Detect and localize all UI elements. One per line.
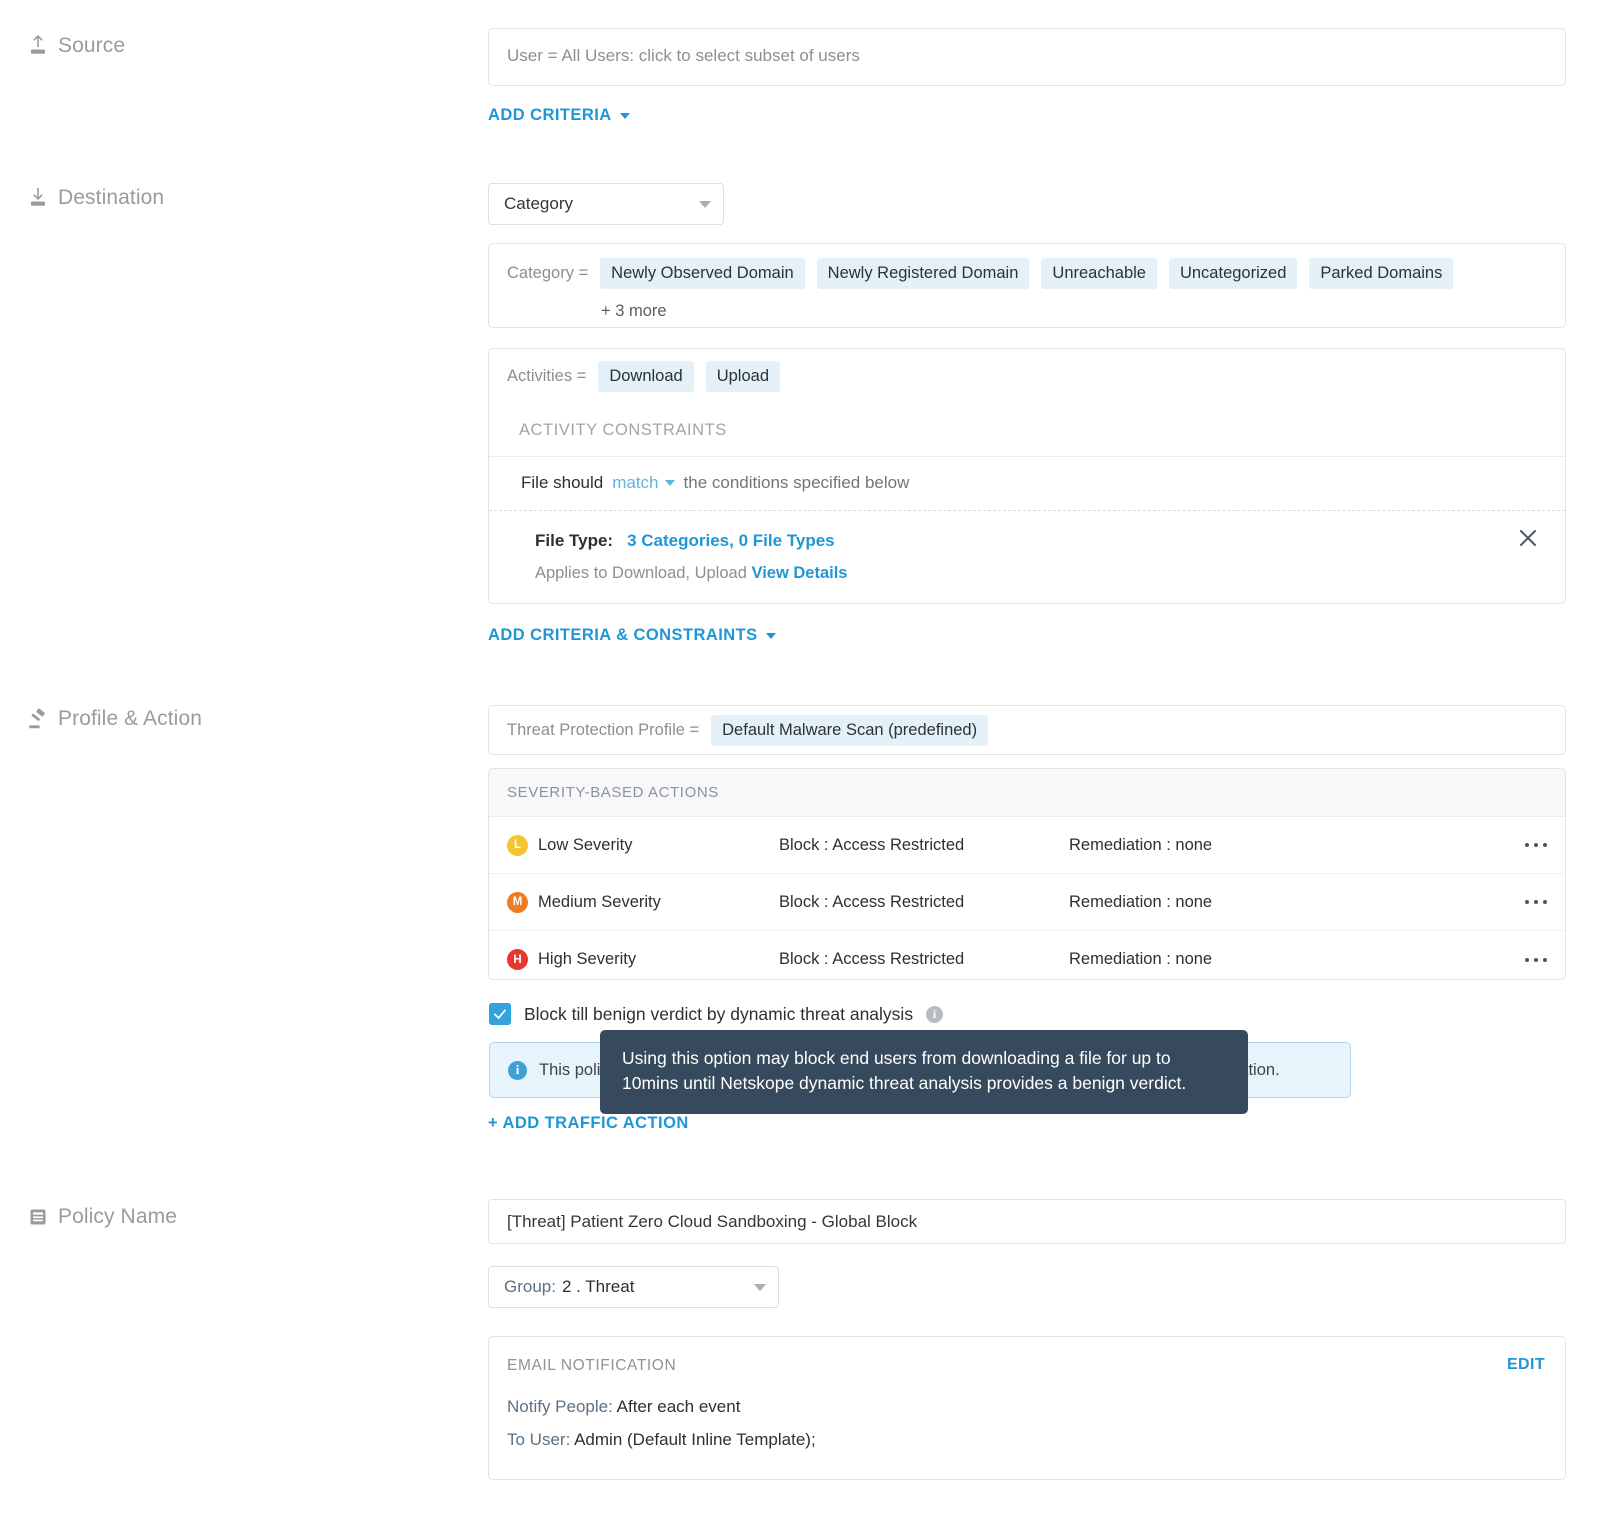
activity-chip[interactable]: Download xyxy=(598,361,694,392)
source-user-field-text: User = All Users: click to select subset… xyxy=(507,46,860,65)
file-type-constraint: File Type: 3 Categories, 0 File Types Ap… xyxy=(489,511,1565,603)
severity-action: Block : Access Restricted xyxy=(779,892,965,911)
policy-name-input[interactable]: [Threat] Patient Zero Cloud Sandboxing -… xyxy=(488,1199,1566,1244)
severity-remediation: Remediation : none xyxy=(1069,950,1213,968)
to-user-value: Admin (Default Inline Template); xyxy=(574,1430,816,1449)
policy-group-value: 2 . Threat xyxy=(561,1277,635,1296)
destination-type-value: Category xyxy=(504,194,573,213)
file-type-value-link[interactable]: 3 Categories, 0 File Types xyxy=(627,531,835,551)
table-row: M Medium Severity Block : Access Restric… xyxy=(489,874,1565,931)
add-criteria-constraints-button[interactable]: ADD CRITERIA & CONSTRAINTS xyxy=(488,626,776,645)
view-details-link[interactable]: View Details xyxy=(751,564,847,582)
severity-badge-medium: M xyxy=(507,891,528,913)
category-chip[interactable]: Newly Observed Domain xyxy=(600,258,805,289)
chevron-down-icon xyxy=(754,1283,766,1291)
block-till-benign-row: Block till benign verdict by dynamic thr… xyxy=(489,1003,944,1025)
dynamic-threat-analysis-tooltip: Using this option may block end users fr… xyxy=(600,1030,1248,1114)
remove-constraint-button[interactable] xyxy=(1515,525,1541,551)
section-label-profile-action: Profile & Action xyxy=(28,707,202,731)
gavel-icon xyxy=(28,708,48,730)
add-criteria-label: ADD CRITERIA xyxy=(488,106,612,124)
activity-chip[interactable]: Upload xyxy=(705,361,781,392)
severity-name: High Severity xyxy=(538,950,637,968)
file-should-mode-dropdown[interactable]: match xyxy=(612,473,675,493)
category-chip[interactable]: Parked Domains xyxy=(1309,258,1454,289)
destination-category-panel: Category = Newly Observed Domain Newly R… xyxy=(488,243,1566,328)
section-title-destination: Destination xyxy=(58,186,165,209)
chevron-down-icon xyxy=(765,632,776,639)
section-label-destination: Destination xyxy=(28,186,164,210)
threat-profile-chip[interactable]: Default Malware Scan (predefined) xyxy=(711,715,989,746)
category-chip[interactable]: Unreachable xyxy=(1041,258,1157,289)
severity-remediation: Remediation : none xyxy=(1069,835,1213,854)
severity-badge-low: L xyxy=(507,834,528,856)
policy-name-value: [Threat] Patient Zero Cloud Sandboxing -… xyxy=(507,1211,918,1231)
add-criteria-button[interactable]: ADD CRITERIA xyxy=(488,106,630,125)
upload-icon xyxy=(28,35,48,57)
severity-badge-high: H xyxy=(507,949,528,970)
section-title-source: Source xyxy=(58,34,126,57)
check-icon xyxy=(494,1009,506,1019)
info-icon[interactable]: i xyxy=(926,1005,944,1023)
severity-actions-panel: SEVERITY-BASED ACTIONS L Low Severity Bl… xyxy=(488,768,1566,980)
block-till-benign-checkbox[interactable] xyxy=(489,1003,511,1025)
add-criteria-constraints-label: ADD CRITERIA & CONSTRAINTS xyxy=(488,626,758,644)
severity-name: Low Severity xyxy=(538,835,633,854)
section-label-source: Source xyxy=(28,34,125,58)
row-menu-button[interactable] xyxy=(1525,843,1547,847)
file-should-prefix: File should xyxy=(521,473,604,492)
severity-table-header: SEVERITY-BASED ACTIONS xyxy=(489,769,1565,817)
severity-name: Medium Severity xyxy=(538,892,661,911)
email-notification-edit-button[interactable]: EDIT xyxy=(1507,1356,1545,1374)
chevron-down-icon xyxy=(699,200,711,208)
block-till-benign-label: Block till benign verdict by dynamic thr… xyxy=(524,1003,914,1024)
chevron-down-icon xyxy=(619,112,630,119)
email-notification-panel: EMAIL NOTIFICATION EDIT Notify People: A… xyxy=(488,1336,1566,1480)
category-eq-label: Category = xyxy=(507,264,589,282)
chevron-down-icon xyxy=(664,480,675,486)
policy-group-key: Group: xyxy=(504,1277,556,1296)
table-row: L Low Severity Block : Access Restricted… xyxy=(489,817,1565,874)
section-label-policy-name: Policy Name xyxy=(28,1205,177,1229)
to-user-key: To User: xyxy=(507,1430,571,1449)
section-title-policy-name: Policy Name xyxy=(58,1205,177,1228)
add-traffic-action-label: + ADD TRAFFIC ACTION xyxy=(488,1114,689,1132)
download-icon xyxy=(28,187,48,209)
severity-action: Block : Access Restricted xyxy=(779,950,965,968)
policy-group-select[interactable]: Group: 2 . Threat xyxy=(488,1266,779,1308)
file-should-row: File should match the conditions specifi… xyxy=(489,457,1565,511)
threat-profile-label: Threat Protection Profile = xyxy=(507,721,700,739)
email-notification-header: EMAIL NOTIFICATION xyxy=(507,1357,677,1374)
category-more-link[interactable]: + 3 more xyxy=(489,289,1565,321)
file-type-key: File Type: xyxy=(535,531,614,550)
to-user-line: To User: Admin (Default Inline Template)… xyxy=(507,1430,816,1450)
category-chip[interactable]: Newly Registered Domain xyxy=(816,258,1030,289)
source-user-field[interactable]: User = All Users: click to select subset… xyxy=(488,28,1566,86)
destination-type-select[interactable]: Category xyxy=(488,183,724,225)
policy-editor-page: Source User = All Users: click to select… xyxy=(0,0,1600,1526)
severity-remediation: Remediation : none xyxy=(1069,892,1213,911)
info-icon: i xyxy=(508,1060,527,1080)
severity-action: Block : Access Restricted xyxy=(779,835,965,854)
row-menu-button[interactable] xyxy=(1525,900,1547,904)
activity-constraints-header: ACTIVITY CONSTRAINTS xyxy=(489,405,1565,457)
document-icon xyxy=(28,1206,48,1228)
add-traffic-action-button[interactable]: + ADD TRAFFIC ACTION xyxy=(488,1114,689,1133)
threat-profile-panel: Threat Protection Profile = Default Malw… xyxy=(488,705,1566,755)
file-should-mode-value: match xyxy=(612,473,659,492)
notify-people-value: After each event xyxy=(616,1397,741,1416)
table-row: H High Severity Block : Access Restricte… xyxy=(489,931,1565,979)
notify-people-key: Notify People: xyxy=(507,1397,613,1416)
notify-people-line: Notify People: After each event xyxy=(507,1397,740,1417)
category-chip[interactable]: Uncategorized xyxy=(1168,258,1298,289)
close-icon xyxy=(1520,530,1536,546)
destination-activities-panel: Activities = Download Upload ACTIVITY CO… xyxy=(488,348,1566,604)
section-title-profile-action: Profile & Action xyxy=(58,707,203,730)
applies-to-text: Applies to Download, Upload xyxy=(535,564,747,582)
activities-eq-label: Activities = xyxy=(507,367,587,385)
row-menu-button[interactable] xyxy=(1525,957,1547,962)
file-should-suffix: the conditions specified below xyxy=(683,473,910,492)
